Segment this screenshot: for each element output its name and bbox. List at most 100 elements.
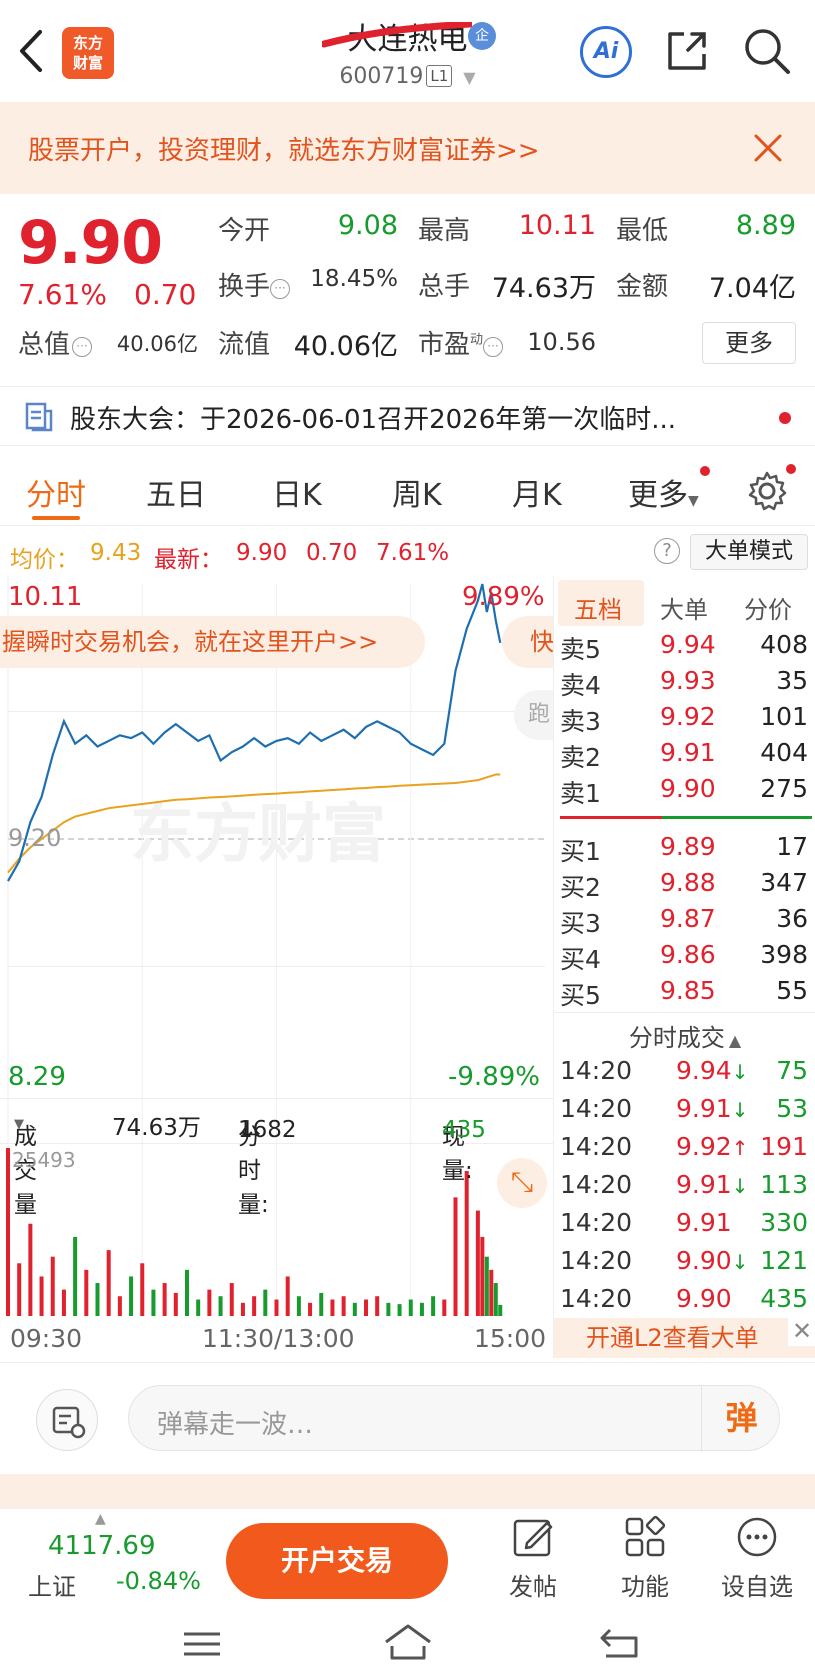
side-tab-five-level[interactable]: 五档 — [574, 590, 622, 625]
volume-bar — [493, 1283, 498, 1316]
expand-icon[interactable]: ⤡ — [497, 1158, 547, 1208]
tab-monthly-k[interactable]: 月K — [512, 470, 562, 514]
side-tab-price-dist[interactable]: 分价 — [744, 590, 792, 625]
bid-row: 买3 9.87 36 — [560, 904, 808, 938]
volume-bar — [484, 1256, 489, 1316]
turnover-label: 换手 ··· — [218, 266, 291, 303]
tab-intraday[interactable]: 分时 — [26, 470, 86, 514]
tab-five-day[interactable]: 五日 — [146, 470, 206, 514]
low-label: 最低 — [616, 216, 669, 246]
index-value[interactable]: 4117.69 — [48, 1531, 156, 1561]
add-watchlist-button[interactable]: 设自选 — [712, 1515, 802, 1602]
bottom-toolbar: ▲ 4117.69 上证 -0.84% 开户交易 发帖 功能 设自选 — [0, 1508, 815, 1608]
edit-icon — [513, 1519, 553, 1557]
volume-bar — [17, 1263, 22, 1316]
volume-bar — [252, 1296, 257, 1316]
volume-bar — [364, 1299, 368, 1316]
volume-label: 总手 — [418, 272, 471, 302]
open-account-banner[interactable]: 握瞬时交易机会，就在这里开户>> — [0, 616, 425, 668]
big-order-mode-button[interactable]: 大单模式 — [690, 534, 808, 570]
promo-banner[interactable]: 股票开户，投资理财，就选东方财富证券>> — [0, 102, 815, 194]
more-quote-button[interactable]: 更多 — [702, 322, 796, 364]
top-header: 东方 财富 大连热电 企 600719 L1 ▼ Ai — [0, 0, 815, 102]
intraday-chart[interactable]: 东方财富 10.11 9.89% 9.20 8.29 -9.89% 握瞬时交易机… — [0, 576, 554, 1358]
volume-bar — [464, 1171, 469, 1316]
tab-weekly-k[interactable]: 周K — [392, 470, 442, 514]
chart-canvas: 东方财富 — [6, 576, 545, 1316]
latest-percent: 7.61% — [376, 540, 450, 566]
chevron-down-icon: ▼ — [688, 493, 699, 509]
volume-bar — [218, 1296, 223, 1316]
tick-row: 14:20 9.90 435 — [560, 1284, 808, 1313]
share-icon[interactable] — [664, 28, 710, 74]
time-mid-label: 11:30/13:00 — [202, 1324, 355, 1353]
open-value: 9.08 — [337, 210, 398, 241]
chevron-up-icon[interactable]: ▲ — [95, 1511, 106, 1527]
close-icon[interactable]: ✕ — [788, 1318, 815, 1346]
danmaku-input[interactable]: 弹幕走一波… 弹 — [128, 1385, 781, 1452]
functions-button[interactable]: 功能 — [600, 1515, 690, 1602]
float-value: 40.06亿 — [293, 331, 398, 362]
enterprise-badge: 企 — [468, 22, 496, 50]
turnover-value: 18.45% — [310, 266, 398, 292]
side-tab-big-order[interactable]: 大单 — [660, 590, 708, 625]
volume-bar — [386, 1302, 391, 1316]
intraday-info-row: 均价： 9.43 最新： 9.90 0.70 7.61% ? 大单模式 — [0, 528, 815, 576]
close-icon[interactable] — [753, 133, 783, 163]
gear-icon[interactable] — [746, 470, 788, 512]
info-icon[interactable]: ··· — [483, 337, 504, 357]
tab-daily-k[interactable]: 日K — [272, 470, 322, 514]
volume-bar — [229, 1283, 234, 1316]
help-icon[interactable]: ? — [654, 538, 680, 564]
time-end-label: 15:00 — [474, 1324, 547, 1353]
grid-icon — [625, 1515, 666, 1557]
volume-bar — [341, 1296, 346, 1316]
level-badge: L1 — [426, 65, 453, 87]
volume-bar — [50, 1256, 55, 1316]
danmaku-bar: 弹幕走一波… 弹 — [0, 1362, 815, 1474]
float-label: 流值 — [218, 330, 271, 360]
volume-bar — [185, 1269, 189, 1316]
back-nav-icon[interactable] — [598, 1624, 642, 1660]
info-icon[interactable]: ··· — [72, 337, 93, 357]
pe-value: 10.56 — [527, 328, 596, 356]
post-button[interactable]: 发帖 — [488, 1515, 578, 1602]
home-icon[interactable] — [382, 1622, 434, 1662]
avg-value: 9.43 — [90, 540, 142, 566]
volume-bar — [431, 1296, 436, 1316]
volume-bar — [207, 1289, 212, 1316]
quick-trade-tab[interactable]: 快 — [502, 616, 554, 668]
high-label: 最高 — [418, 216, 471, 246]
pct-max-label: 9.89% — [462, 582, 545, 612]
menu-icon[interactable] — [180, 1628, 224, 1660]
search-icon[interactable] — [742, 26, 792, 76]
tab-more[interactable]: 更多▼ — [628, 470, 699, 514]
mktcap-label: 总值 ··· — [18, 324, 93, 361]
notice-bar[interactable]: 股东大会：于2026-06-01召开2026年第一次临时... — [0, 386, 815, 446]
low-value: 8.89 — [735, 210, 796, 241]
chart-grid — [7, 576, 545, 1316]
l2-upgrade-banner[interactable]: 开通L2查看大单 — [554, 1318, 815, 1358]
volume-bar — [95, 1283, 100, 1316]
volume-bar — [61, 1289, 66, 1316]
danmaku-settings-glyph — [52, 1406, 86, 1439]
volume-header: 成交量 ▼ 74.63万 分时量: 1682 ↓ 现量: 435 — [0, 1098, 553, 1218]
chevron-down-icon: ▼ — [463, 68, 476, 87]
ai-assistant-button[interactable]: Ai — [580, 26, 632, 78]
pct-min-label: -9.89% — [448, 1062, 540, 1092]
quote-panel: 9.90 7.61% 0.70 今开 9.08 最高 10.11 最低 8.89… — [0, 194, 815, 380]
info-icon[interactable]: ··· — [270, 279, 291, 299]
volume-bar — [73, 1236, 78, 1316]
tick-row: 14:20 9.92↑ 191 — [560, 1132, 808, 1161]
danmaku-send-button[interactable]: 弹 — [701, 1386, 781, 1452]
document-icon — [25, 402, 53, 432]
ticks-title[interactable]: 分时成交 ▲ — [554, 1018, 815, 1053]
volume-bar — [408, 1299, 413, 1316]
volume-bar — [489, 1269, 494, 1316]
volume-bar — [263, 1289, 268, 1316]
redaction-mark — [322, 22, 472, 48]
divider — [554, 1012, 815, 1013]
bid-row: 买5 9.85 55 — [560, 976, 808, 1010]
danmaku-settings-icon[interactable] — [36, 1389, 98, 1451]
open-account-trade-button[interactable]: 开户交易 — [226, 1523, 448, 1599]
